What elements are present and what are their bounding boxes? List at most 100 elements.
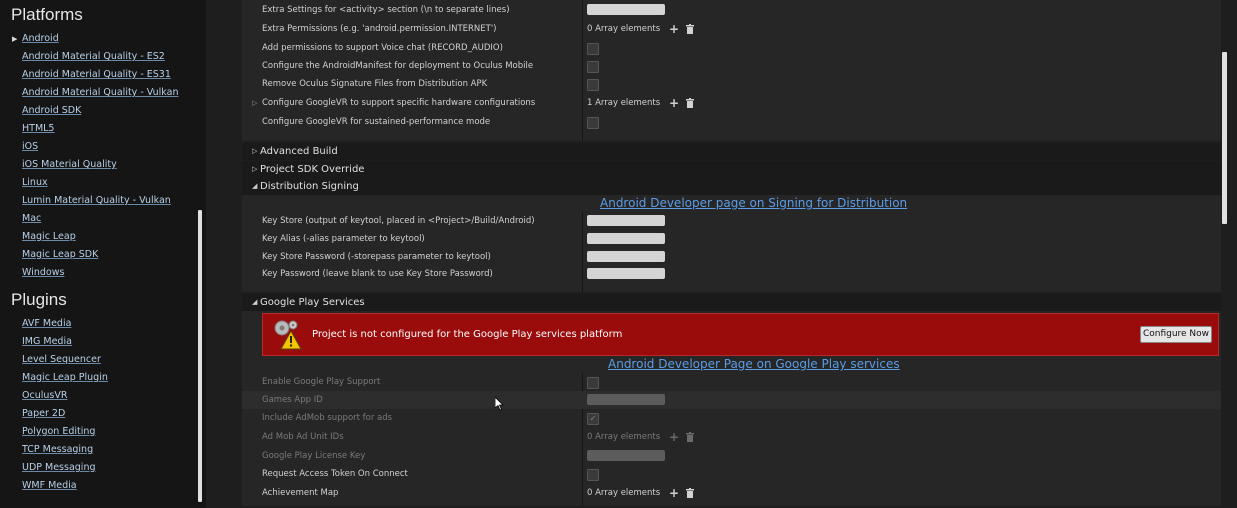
add-element-icon[interactable]: + — [669, 94, 679, 112]
mouse-cursor-icon — [495, 397, 504, 411]
property-row: Key Store Password (-storepass parameter… — [242, 248, 1224, 266]
property-label: Configure GoogleVR for sustained-perform… — [262, 117, 491, 127]
sidebar-item-avf-media[interactable]: AVF Media — [22, 318, 71, 329]
key-password-input[interactable] — [587, 268, 665, 279]
sidebar-item-lumin-vulkan[interactable]: Lumin Material Quality - Vulkan — [22, 195, 171, 206]
key-alias-input[interactable] — [587, 233, 665, 244]
property-label: Achievement Map — [262, 488, 339, 498]
property-label: Add permissions to support Voice chat (R… — [262, 43, 503, 53]
sidebar-item-android-material-es2[interactable]: Android Material Quality - ES2 — [22, 51, 165, 62]
property-row: Key Password (leave blank to use Key Sto… — [242, 265, 1224, 283]
section-google-play-services[interactable]: ◢ Google Play Services — [242, 294, 1224, 311]
property-row: Key Store (output of keytool, placed in … — [242, 212, 1224, 230]
property-row: Extra Settings for <activity> section (\… — [242, 1, 1224, 19]
property-label: Key Alias (-alias parameter to keytool) — [262, 234, 425, 244]
trash-icon[interactable] — [686, 488, 694, 498]
add-element-icon[interactable]: + — [669, 428, 679, 446]
array-count: 0 Array elements — [587, 488, 661, 498]
property-row: Extra Permissions (e.g. 'android.permiss… — [242, 20, 1224, 38]
add-element-icon[interactable]: + — [669, 484, 679, 502]
property-label: Key Password (leave blank to use Key Sto… — [262, 269, 493, 279]
expand-arrow-icon[interactable]: ▶ — [12, 35, 17, 43]
property-row: Key Alias (-alias parameter to keytool) — [242, 230, 1224, 248]
key-store-input[interactable] — [587, 215, 665, 226]
section-distribution-signing[interactable]: ◢ Distribution Signing — [242, 178, 1224, 195]
sidebar-item-ios-material[interactable]: iOS Material Quality — [22, 159, 117, 170]
property-row: Remove Oculus Signature Files from Distr… — [242, 75, 1224, 93]
details-scrollbar-thumb[interactable] — [1222, 52, 1227, 224]
sidebar-item-oculusvr[interactable]: OculusVR — [22, 390, 67, 401]
property-row: Enable Google Play Support — [242, 373, 1224, 391]
sidebar-item-polygon-editing[interactable]: Polygon Editing — [22, 426, 95, 437]
key-store-password-input[interactable] — [587, 251, 665, 262]
collapsed-arrow-icon: ▷ — [252, 165, 258, 173]
property-label: Key Store (output of keytool, placed in … — [262, 216, 535, 226]
request-token-checkbox[interactable] — [587, 469, 599, 481]
packaging-properties-group: Extra Settings for <activity> section (\… — [242, 0, 1224, 141]
oculus-mobile-checkbox[interactable] — [587, 61, 599, 73]
sidebar-item-android-material-es31[interactable]: Android Material Quality - ES31 — [22, 69, 171, 80]
sidebar-scrollbar-thumb[interactable] — [198, 210, 202, 502]
property-label: Ad Mob Ad Unit IDs — [262, 432, 344, 442]
extra-settings-input[interactable] — [587, 4, 665, 15]
trash-icon[interactable] — [686, 432, 694, 442]
add-element-icon[interactable]: + — [669, 20, 679, 38]
sidebar-item-wmf-media[interactable]: WMF Media — [22, 480, 77, 491]
section-title: Advanced Build — [260, 146, 338, 157]
trash-icon[interactable] — [686, 24, 694, 34]
section-advanced-build[interactable]: ▷ Advanced Build — [242, 143, 1224, 160]
array-count: 0 Array elements — [587, 432, 661, 442]
configure-now-button[interactable]: Configure Now — [1140, 326, 1212, 343]
platforms-header: Platforms — [11, 5, 83, 24]
sidebar-item-mac[interactable]: Mac — [22, 213, 41, 224]
sidebar-item-magic-leap[interactable]: Magic Leap — [22, 231, 76, 242]
enable-google-play-checkbox[interactable] — [587, 377, 599, 389]
settings-details-panel: Extra Settings for <activity> section (\… — [206, 0, 1237, 508]
sidebar-item-magic-leap-sdk[interactable]: Magic Leap SDK — [22, 249, 98, 260]
sidebar-item-android-material-vulkan[interactable]: Android Material Quality - Vulkan — [22, 87, 178, 98]
property-row: Configure the AndroidManifest for deploy… — [242, 57, 1224, 75]
sidebar-item-android[interactable]: Android — [22, 33, 59, 44]
sidebar-item-level-sequencer[interactable]: Level Sequencer — [22, 354, 101, 365]
property-label: Key Store Password (-storepass parameter… — [262, 252, 491, 262]
warning-message: Project is not configured for the Google… — [312, 329, 623, 340]
admob-checkbox[interactable]: ✓ — [587, 413, 599, 425]
trash-icon[interactable] — [686, 98, 694, 108]
expanded-arrow-icon: ◢ — [252, 182, 258, 190]
google-play-docs-link[interactable]: Android Developer Page on Google Play se… — [608, 357, 900, 371]
sidebar-item-android-sdk[interactable]: Android SDK — [22, 105, 81, 116]
sidebar-item-tcp-messaging[interactable]: TCP Messaging — [22, 444, 93, 455]
voice-chat-checkbox[interactable] — [587, 43, 599, 55]
sidebar-item-udp-messaging[interactable]: UDP Messaging — [22, 462, 96, 473]
sidebar-item-paper-2d[interactable]: Paper 2D — [22, 408, 65, 419]
section-title: Project SDK Override — [260, 164, 365, 175]
license-key-input[interactable] — [587, 450, 665, 461]
games-app-id-input[interactable] — [587, 394, 665, 405]
sidebar-item-windows[interactable]: Windows — [22, 267, 64, 278]
array-count: 0 Array elements — [587, 24, 661, 34]
property-label: Configure the AndroidManifest for deploy… — [262, 61, 534, 71]
property-label: Extra Settings for <activity> section (\… — [262, 5, 510, 15]
remove-oculus-checkbox[interactable] — [587, 79, 599, 91]
property-row: Add permissions to support Voice chat (R… — [242, 39, 1224, 57]
property-row: ▷ Configure GoogleVR to support specific… — [242, 94, 1224, 112]
sidebar-item-html5[interactable]: HTML5 — [22, 123, 54, 134]
section-title: Distribution Signing — [260, 181, 359, 192]
property-label: Request Access Token On Connect — [262, 469, 408, 479]
sidebar-item-magic-leap-plugin[interactable]: Magic Leap Plugin — [22, 372, 108, 383]
property-row: Ad Mob Ad Unit IDs 0 Array elements + — [242, 428, 1224, 446]
sidebar-item-linux[interactable]: Linux — [22, 177, 48, 188]
signing-docs-link[interactable]: Android Developer page on Signing for Di… — [600, 196, 907, 210]
section-project-sdk-override[interactable]: ▷ Project SDK Override — [242, 161, 1224, 178]
platform-warning-banner: Project is not configured for the Google… — [262, 313, 1219, 356]
array-count: 1 Array elements — [587, 98, 661, 108]
property-label: Google Play License Key — [262, 451, 366, 461]
sidebar-item-ios[interactable]: iOS — [22, 141, 38, 152]
property-label: Include AdMob support for ads — [262, 413, 393, 423]
property-label: Extra Permissions (e.g. 'android.permiss… — [262, 24, 497, 34]
property-label: Remove Oculus Signature Files from Distr… — [262, 79, 488, 89]
property-label: Configure GoogleVR to support specific h… — [262, 98, 536, 108]
expand-arrow-icon[interactable]: ▷ — [252, 94, 257, 112]
sidebar-item-img-media[interactable]: IMG Media — [22, 336, 72, 347]
googlevr-perf-checkbox[interactable] — [587, 117, 599, 129]
